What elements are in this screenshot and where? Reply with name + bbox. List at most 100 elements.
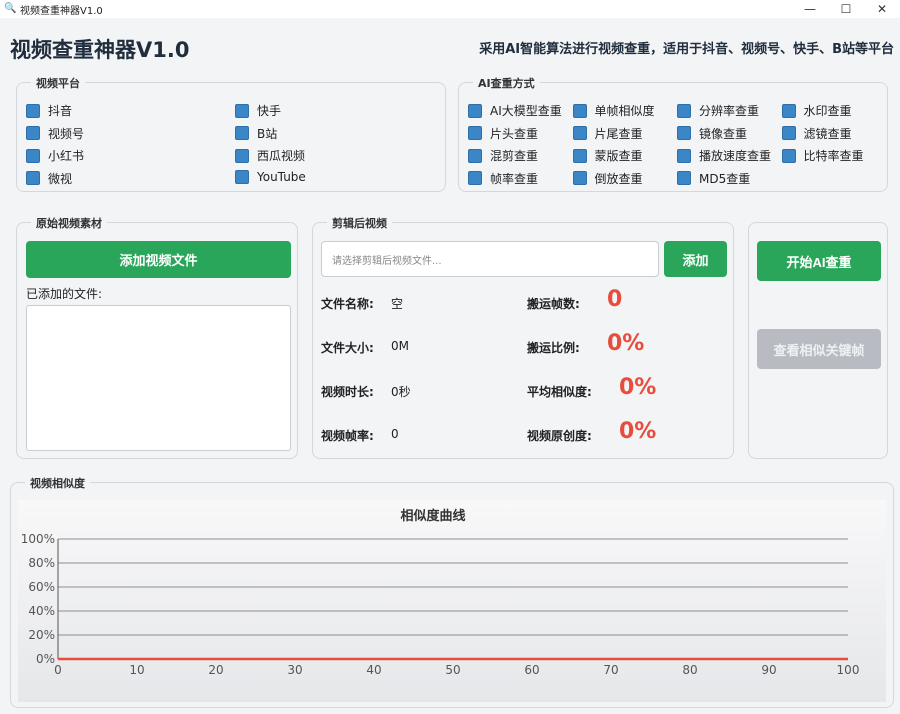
app-subtitle: 采用AI智能算法进行视频查重，适用于抖音、视频号、快手、B站等平台: [479, 42, 894, 57]
checkbox-label: 小红书: [48, 149, 85, 163]
start-ai-check-button[interactable]: 开始AI查重: [757, 241, 881, 281]
method-checkbox[interactable]: 水印查重: [781, 102, 852, 119]
add-edited-button[interactable]: 添加: [664, 241, 727, 277]
y-tick-label: 100%: [21, 532, 55, 546]
checkbox-icon[interactable]: [677, 103, 691, 118]
checkbox-label: AI大模型查重: [490, 104, 562, 118]
checkbox-icon[interactable]: [235, 103, 249, 118]
checkbox-icon[interactable]: [26, 126, 40, 140]
y-tick-label: 40%: [28, 604, 55, 618]
edited-file-input[interactable]: 请选择剪辑后视频文件...: [321, 241, 659, 277]
platform-checkbox[interactable]: 小红书: [26, 147, 84, 164]
checkbox-label: 蒙版查重: [594, 149, 643, 163]
checkbox-icon[interactable]: [572, 103, 587, 118]
view-keyframes-button[interactable]: 查看相似关键帧: [757, 329, 881, 369]
platform-checkbox[interactable]: 抖音: [26, 102, 72, 119]
platform-checkbox[interactable]: 西瓜视频: [235, 147, 305, 164]
moved-ratio-label: 搬运比例:: [527, 341, 580, 355]
checkbox-icon[interactable]: [468, 171, 482, 185]
x-tick-label: 80: [682, 663, 697, 677]
x-tick-label: 30: [287, 663, 302, 677]
method-group: AI查重方式 AI大模型查重 单帧相似度 分辨率查重 水印查重 片头查重 片尾查重 镜像查重…: [458, 75, 888, 192]
checkbox-label: 微视: [48, 171, 73, 186]
edited-video-title: 剪辑后视频: [327, 215, 392, 231]
moved-ratio-value: 0%: [607, 331, 645, 356]
x-tick-label: 10: [129, 663, 144, 677]
platform-checkbox[interactable]: 微视: [26, 170, 72, 187]
checkbox-icon[interactable]: [26, 103, 40, 118]
chart-title: 相似度曲线: [400, 508, 465, 524]
checkbox-label: 播放速度查重: [699, 149, 772, 163]
original-video-title: 原始视频素材: [31, 215, 107, 231]
method-checkbox[interactable]: AI大模型查重: [468, 102, 562, 119]
method-checkbox[interactable]: 倒放查重: [572, 170, 643, 187]
checkbox-label: YouTube: [257, 169, 306, 184]
method-checkbox[interactable]: MD5查重: [677, 170, 750, 187]
checkbox-icon[interactable]: [468, 148, 482, 163]
method-checkbox[interactable]: 播放速度查重: [677, 147, 771, 164]
checkbox-icon[interactable]: [26, 148, 40, 163]
checkbox-label: 视频号: [48, 126, 85, 141]
checkbox-icon[interactable]: [572, 148, 587, 163]
y-tick-label: 0%: [36, 652, 55, 666]
checkbox-icon[interactable]: [572, 126, 587, 140]
checkbox-icon[interactable]: [572, 171, 587, 185]
edited-video-group: 剪辑后视频 请选择剪辑后视频文件... 添加 文件名称: 空 文件大小: 0M …: [312, 215, 734, 459]
checkbox-icon[interactable]: [26, 171, 40, 185]
checkbox-icon[interactable]: [781, 103, 796, 118]
checkbox-label: 水印查重: [803, 104, 852, 118]
maximize-icon[interactable]: ☐: [828, 0, 864, 18]
x-tick-label: 0: [54, 663, 62, 677]
method-checkbox[interactable]: 分辨率查重: [677, 102, 759, 119]
checkbox-label: B站: [257, 126, 278, 141]
platform-checkbox[interactable]: 视频号: [26, 125, 84, 142]
checkbox-icon[interactable]: [468, 126, 482, 140]
checkbox-icon[interactable]: [781, 148, 796, 163]
moved-frames-value: 0: [607, 287, 623, 312]
checkbox-icon[interactable]: [781, 126, 796, 140]
method-checkbox[interactable]: 混剪查重: [468, 147, 538, 164]
x-tick-label: 90: [761, 663, 776, 677]
add-video-file-button[interactable]: 添加视频文件: [26, 241, 291, 278]
file-size-label: 文件大小:: [321, 341, 374, 355]
method-checkbox[interactable]: 片头查重: [468, 125, 538, 142]
minimize-icon[interactable]: —: [792, 0, 828, 18]
platform-checkbox[interactable]: YouTube: [235, 169, 306, 184]
checkbox-icon[interactable]: [235, 126, 249, 140]
method-checkbox[interactable]: 比特率查重: [781, 147, 864, 164]
x-tick-label: 40: [366, 663, 381, 677]
checkbox-icon[interactable]: [235, 148, 249, 163]
checkbox-icon[interactable]: [677, 148, 691, 163]
similarity-chart: 相似度曲线 0% 20% 40% 60% 80% 100% 0 10 20 30 40 50 60 70 80…: [18, 500, 886, 702]
checkbox-icon[interactable]: [677, 126, 691, 140]
duration-label: 视频时长:: [321, 385, 374, 399]
x-tick-label: 60: [524, 663, 539, 677]
window-titlebar: 🔍 视频查重神器V1.0 — ☐ ✕: [0, 0, 900, 18]
checkbox-label: 抖音: [48, 104, 73, 118]
fps-label: 视频帧率:: [321, 429, 374, 443]
method-checkbox[interactable]: 蒙版查重: [572, 147, 643, 164]
method-checkbox[interactable]: 帧率查重: [468, 170, 538, 187]
x-tick-label: 100: [837, 663, 860, 677]
window-title: 视频查重神器V1.0: [20, 5, 103, 17]
method-checkbox[interactable]: 滤镜查重: [781, 125, 852, 142]
checkbox-label: 片头查重: [490, 126, 539, 141]
method-checkbox[interactable]: 单帧相似度: [572, 102, 655, 119]
checkbox-label: 快手: [257, 104, 282, 118]
added-files-list[interactable]: [26, 305, 291, 451]
checkbox-label: 比特率查重: [803, 149, 864, 163]
magnifier-icon: 🔍: [4, 3, 17, 14]
checkbox-icon[interactable]: [677, 171, 691, 185]
close-icon[interactable]: ✕: [864, 0, 900, 18]
platform-checkbox[interactable]: 快手: [235, 102, 281, 119]
file-name-value: 空: [391, 297, 404, 311]
method-checkbox[interactable]: 片尾查重: [572, 125, 643, 142]
platform-checkbox[interactable]: B站: [235, 125, 277, 142]
checkbox-icon[interactable]: [235, 169, 249, 184]
y-tick-label: 60%: [28, 580, 55, 594]
platform-group-title: 视频平台: [31, 75, 85, 91]
checkbox-icon[interactable]: [468, 103, 482, 118]
checkbox-label: 滤镜查重: [803, 126, 852, 141]
actions-group: 开始AI查重 查看相似关键帧: [748, 222, 888, 459]
method-checkbox[interactable]: 镜像查重: [677, 125, 747, 142]
